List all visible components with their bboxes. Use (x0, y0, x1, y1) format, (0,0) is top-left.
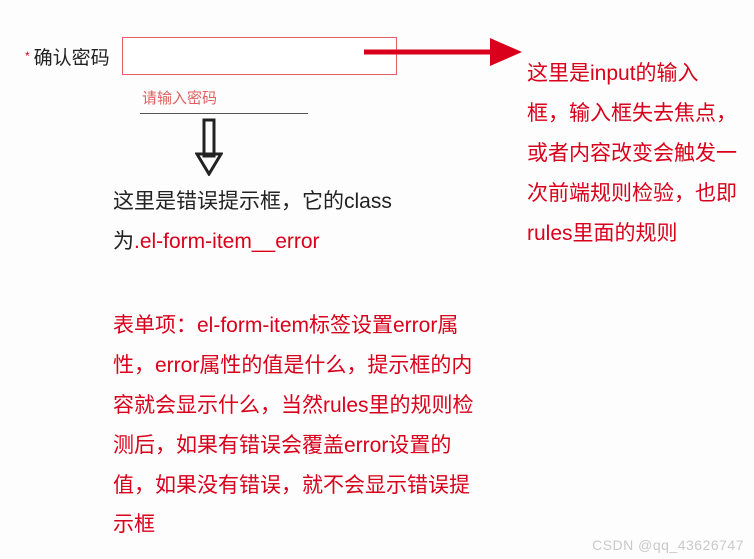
confirm-password-label: 确认密码 (34, 43, 110, 70)
input-explain-annotation: 这里是input的输入框，输入框失去焦点，或者内容改变会触发一次前端规则检验，也… (527, 54, 737, 253)
confirm-password-input[interactable] (122, 37, 397, 75)
watermark: CSDN @qq_43626747 (592, 537, 744, 553)
arrow-down-icon (195, 118, 223, 176)
arrow-right-icon (362, 32, 522, 72)
error-message: 请输入密码 (142, 87, 217, 108)
error-tip-classname: .el-form-item__error (134, 230, 320, 253)
form-item-explain-annotation: 表单项：el-form-item标签设置error属性，error属性的值是什么… (113, 306, 483, 545)
error-underline (140, 113, 308, 114)
required-star: * (25, 50, 30, 62)
form-row: * 确认密码 (25, 37, 397, 75)
error-tip-annotation: 这里是错误提示框，它的class为.el-form-item__error (113, 182, 393, 262)
